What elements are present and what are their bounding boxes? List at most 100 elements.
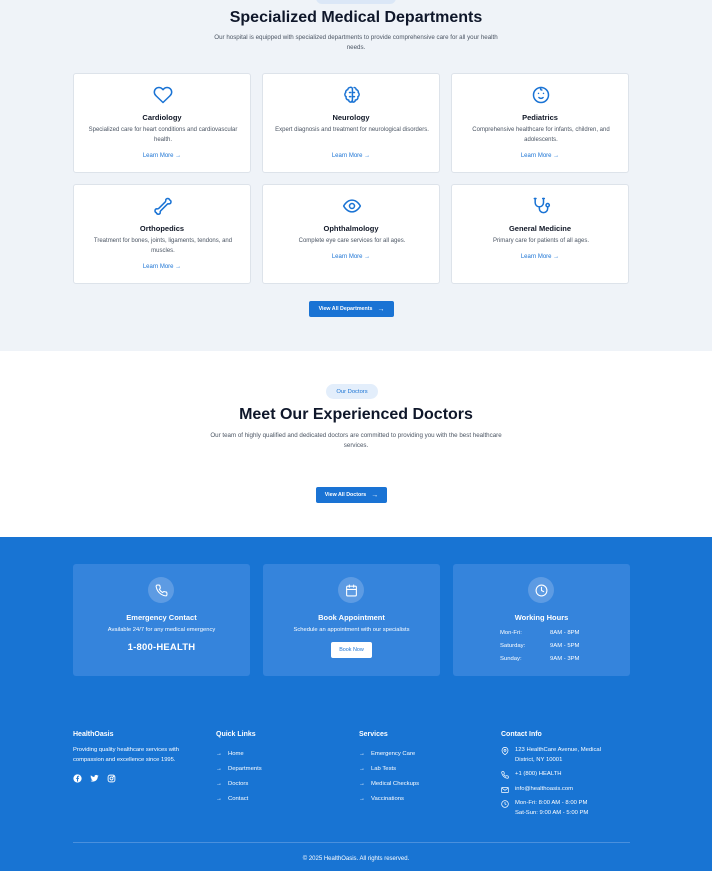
link-label: Departments <box>228 765 262 772</box>
button-label: View All Doctors <box>324 492 367 498</box>
footer-contact-info: Contact Info 123 HealthCare Avenue, Medi… <box>501 731 621 823</box>
learn-more-link[interactable]: Learn More → <box>452 254 628 260</box>
department-name: Pediatrics <box>522 113 558 122</box>
book-appointment-box: Book Appointment Schedule an appointment… <box>263 564 440 676</box>
clock-icon <box>501 800 509 808</box>
link-label: Lab Tests <box>371 765 397 772</box>
hours-weekday: Mon-Fri: 8:00 AM - 8:00 PM <box>515 800 588 806</box>
link-label: Contact <box>228 795 249 802</box>
link-label: Home <box>228 750 244 757</box>
view-all-doctors-button[interactable]: View All Doctors → <box>316 487 387 503</box>
appointment-title: Book Appointment <box>318 613 385 622</box>
footer-brand-title: HealthOasis <box>73 731 114 738</box>
phone-text: +1 (800) HEALTH <box>515 771 562 777</box>
department-name: Neurology <box>332 113 370 122</box>
arrow-right-icon: → <box>371 491 379 499</box>
facebook-icon[interactable] <box>73 774 82 783</box>
contact-address: 123 HealthCare Avenue, Medical District,… <box>501 746 621 765</box>
hours-weekend: Sat-Sun: 9:00 AM - 5:00 PM <box>515 809 589 816</box>
doctors-subtitle: Our team of highly qualified and dedicat… <box>210 432 502 449</box>
hours-time: 9AM - 3PM <box>550 655 580 662</box>
mail-icon <box>501 786 509 794</box>
footer-brand-column: HealthOasis Providing quality healthcare… <box>73 731 208 783</box>
department-description: Comprehensive healthcare for infants, ch… <box>472 127 610 143</box>
working-hours-box: Working Hours Mon-Fri: 8AM - 8PM Saturday… <box>453 564 630 676</box>
instagram-icon[interactable] <box>107 774 116 783</box>
footer-service-vaccinations[interactable]: → Vaccinations <box>359 791 419 806</box>
hours-row: Saturday: 9AM - 5PM <box>500 639 600 652</box>
hours-row: Sunday: 9AM - 3PM <box>500 652 600 665</box>
book-now-button[interactable]: Book Now <box>331 642 372 658</box>
eye-icon <box>342 196 362 216</box>
phone-icon <box>501 771 509 779</box>
quick-links-title: Quick Links <box>216 731 256 738</box>
arrow-right-icon: → <box>359 765 365 772</box>
learn-more-link[interactable]: Learn More → <box>74 264 250 270</box>
department-name: Orthopedics <box>139 224 185 233</box>
bone-icon <box>153 196 173 216</box>
hours-day: Mon-Fri: <box>500 629 522 636</box>
link-label: Medical Checkups <box>371 780 420 787</box>
hours-row: Mon-Fri: 8AM - 8PM <box>500 626 600 639</box>
stethoscope-icon <box>531 196 551 216</box>
department-card-pediatrics[interactable]: Pediatrics Comprehensive healthcare for … <box>451 73 629 173</box>
emergency-title: Emergency Contact <box>126 613 197 622</box>
departments-title: Specialized Medical Departments <box>229 9 483 26</box>
departments-subtitle: Our hospital is equipped with specialize… <box>214 34 498 51</box>
footer-link-home[interactable]: → Home <box>216 746 262 761</box>
footer: Emergency Contact Available 24/7 for any… <box>0 537 712 871</box>
footer-quick-links: Quick Links → Home → Departments → Doctors … <box>216 731 262 806</box>
arrow-right-icon: → <box>216 750 222 757</box>
emergency-phone[interactable]: 1-800-HEALTH <box>73 642 250 653</box>
footer-service-emergency-care[interactable]: → Emergency Care <box>359 746 419 761</box>
link-label: Doctors <box>228 780 249 787</box>
arrow-right-icon: → <box>359 795 365 802</box>
hours-day: Saturday: <box>500 642 526 649</box>
twitter-icon[interactable] <box>90 774 99 783</box>
footer-service-lab-tests[interactable]: → Lab Tests <box>359 761 419 776</box>
department-description: Expert diagnosis and treatment for neuro… <box>275 127 429 133</box>
hours-title: Working Hours <box>514 613 569 622</box>
footer-link-contact[interactable]: → Contact <box>216 791 262 806</box>
contact-hours: Mon-Fri: 8:00 AM - 8:00 PM Sat-Sun: 9:00 … <box>501 799 621 818</box>
email-text: info@healthoasis.com <box>515 785 574 792</box>
footer-services: Services → Emergency Care → Lab Tests → Med… <box>359 731 419 806</box>
arrow-right-icon: → <box>216 780 222 787</box>
contact-email[interactable]: info@healthoasis.com <box>501 785 621 795</box>
learn-more-link[interactable]: Learn More → <box>74 153 250 159</box>
brain-icon <box>342 85 362 105</box>
department-card-orthopedics[interactable]: Orthopedics Treatment for bones, joints,… <box>73 184 251 284</box>
link-label: Vaccinations <box>371 795 404 802</box>
department-description: Treatment for bones, joints, ligaments, … <box>93 238 233 254</box>
arrow-right-icon: → <box>216 795 222 802</box>
social-links <box>73 774 208 783</box>
services-title: Services <box>359 731 388 738</box>
departments-section: Specialized Medical Departments Our hosp… <box>0 0 712 351</box>
footer-service-medical-checkups[interactable]: → Medical Checkups <box>359 776 419 791</box>
hours-time: 8AM - 8PM <box>550 629 580 636</box>
doctors-pill: Our Doctors <box>326 384 378 399</box>
learn-more-link[interactable]: Learn More → <box>263 153 439 159</box>
department-card-general-medicine[interactable]: General Medicine Primary care for patien… <box>451 184 629 284</box>
footer-link-doctors[interactable]: → Doctors <box>216 776 262 791</box>
department-description: Primary care for patients of all ages. <box>492 238 590 244</box>
footer-link-departments[interactable]: → Departments <box>216 761 262 776</box>
emergency-contact-box: Emergency Contact Available 24/7 for any… <box>73 564 250 676</box>
button-label: View All Departments <box>318 306 373 312</box>
learn-more-link[interactable]: Learn More → <box>452 153 628 159</box>
view-all-departments-button[interactable]: View All Departments → <box>309 301 394 317</box>
department-card-cardiology[interactable]: Cardiology Specialized care for heart co… <box>73 73 251 173</box>
department-card-neurology[interactable]: Neurology Expert diagnosis and treatment… <box>262 73 440 173</box>
footer-divider <box>73 842 630 843</box>
learn-more-link[interactable]: Learn More → <box>263 254 439 260</box>
department-name: Ophthalmology <box>323 224 379 233</box>
contact-phone[interactable]: +1 (800) HEALTH <box>501 770 621 780</box>
department-card-ophthalmology[interactable]: Ophthalmology Complete eye care services… <box>262 184 440 284</box>
address-text: 123 HealthCare Avenue, Medical District,… <box>515 747 602 763</box>
baby-face-icon <box>531 85 551 105</box>
doctors-title: Meet Our Experienced Doctors <box>239 406 473 423</box>
footer-brand-text: Providing quality healthcare services wi… <box>73 747 180 763</box>
contact-title: Contact Info <box>501 731 542 738</box>
department-name: Cardiology <box>142 113 182 122</box>
emergency-subtitle: Available 24/7 for any medical emergency <box>107 627 216 633</box>
